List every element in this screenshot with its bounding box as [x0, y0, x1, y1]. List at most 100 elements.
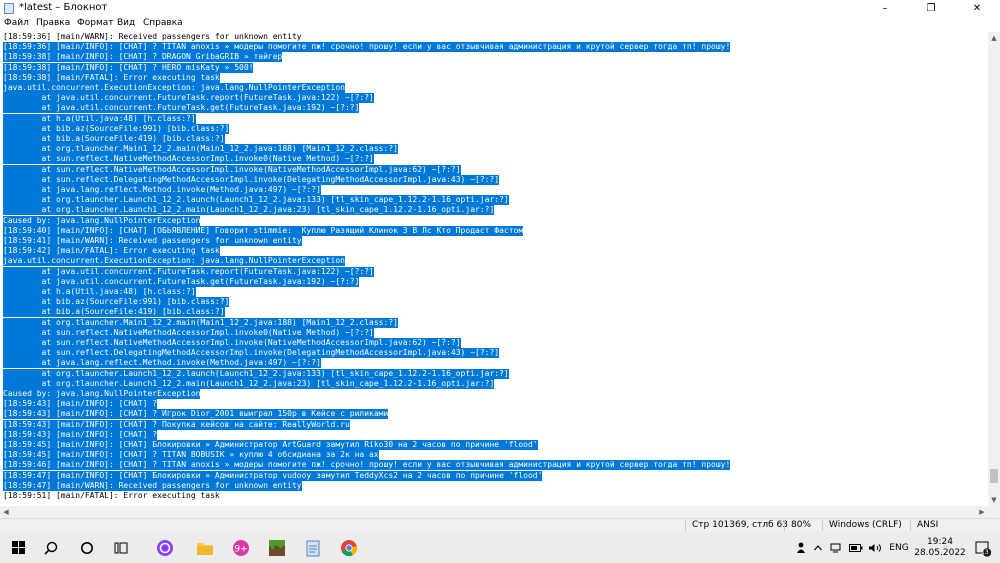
taskbar: 9+ ENG 19:24 28.05.2022 13: [0, 532, 1000, 563]
log-line[interactable]: [18:59:47] [main/INFO]: [CHAT] Блокировк…: [3, 470, 543, 481]
menu-bar: Файл Правка Формат Вид Справка: [0, 17, 1000, 32]
menu-edit[interactable]: Правка: [36, 18, 70, 28]
maximize-icon: ❐: [926, 3, 936, 14]
log-line[interactable]: at java.util.concurrent.FutureTask.get(F…: [3, 276, 360, 287]
log-line[interactable]: at java.util.concurrent.FutureTask.repor…: [3, 93, 374, 104]
minecraft-icon[interactable]: [262, 532, 292, 563]
log-line[interactable]: at h.a(Util.java:48) [h.class:?]: [3, 113, 196, 124]
log-line[interactable]: at sun.reflect.NativeMethodAccessorImpl.…: [3, 164, 461, 175]
log-line[interactable]: [18:59:45] [main/INFO]: [CHAT] Блокировк…: [3, 440, 538, 450]
log-line[interactable]: at sun.reflect.DelegatingMethodAccessorI…: [3, 348, 500, 359]
log-line[interactable]: [18:59:36] [main/INFO]: [CHAT] ? TITAN a…: [3, 42, 731, 53]
log-line[interactable]: [18:59:43] [main/INFO]: [CHAT] ?: [3, 399, 158, 410]
maximize-button[interactable]: ❐: [908, 0, 954, 17]
person-icon[interactable]: [794, 532, 808, 563]
scroll-down-icon[interactable]: ▼: [988, 494, 1000, 506]
status-divider: [822, 520, 823, 531]
log-line[interactable]: at bib.az(SourceFile:991) [bib.class:?]: [3, 123, 230, 134]
horizontal-scrollbar[interactable]: ◀ ▶: [0, 506, 988, 518]
vertical-scrollbar[interactable]: ▲ ▼: [988, 32, 1000, 506]
log-line[interactable]: Caused by: java.lang.NullPointerExceptio…: [3, 389, 201, 399]
log-line[interactable]: [18:59:38] [main/INFO]: [CHAT] ? DRAGON …: [3, 52, 283, 63]
title-bar[interactable]: *latest – Блокнот – ❐ ✕: [0, 0, 1000, 17]
minimize-button[interactable]: –: [862, 0, 908, 17]
menu-help[interactable]: Справка: [143, 18, 183, 28]
log-line[interactable]: at org.tlauncher.Main1_12_2.main(Main1_1…: [3, 144, 398, 155]
log-line[interactable]: [18:59:38] [main/INFO]: [CHAT] ? HERO mi…: [3, 62, 254, 73]
status-divider: [910, 520, 911, 531]
log-line[interactable]: at bib.a(SourceFile:419) [bib.class:?]: [3, 134, 225, 144]
volume-icon[interactable]: [868, 532, 882, 563]
chrome-icon[interactable]: [334, 532, 364, 563]
window-title: *latest – Блокнот: [19, 2, 108, 13]
log-line[interactable]: at java.lang.reflect.Method.invoke(Metho…: [3, 358, 321, 369]
log-line[interactable]: [18:59:45] [main/INFO]: [CHAT] ? TITAN B…: [3, 450, 379, 461]
log-line[interactable]: [18:59:42] [main/FATAL]: Error executing…: [3, 246, 220, 257]
language-indicator[interactable]: ENG: [885, 532, 913, 563]
line-endings: Windows (CRLF): [829, 520, 902, 530]
log-line[interactable]: [18:59:43] [main/INFO]: [CHAT] ? Игрок D…: [3, 409, 389, 420]
clock-time: 19:24: [927, 536, 953, 547]
zoom-level: 80%: [791, 520, 812, 530]
scroll-left-icon[interactable]: ◀: [0, 506, 12, 518]
search-icon[interactable]: [36, 532, 66, 563]
log-line[interactable]: at sun.reflect.NativeMethodAccessorImpl.…: [3, 338, 461, 348]
log-line[interactable]: at bib.az(SourceFile:991) [bib.class:?]: [3, 297, 230, 308]
notepad-icon: [4, 3, 14, 14]
notification-count: 13: [981, 549, 989, 556]
scroll-right-icon[interactable]: ▶: [976, 506, 988, 518]
log-line[interactable]: [18:59:36] [main/WARN]: Received passeng…: [3, 32, 302, 42]
chevron-up-icon[interactable]: [812, 532, 824, 563]
log-line[interactable]: at sun.reflect.NativeMethodAccessorImpl.…: [3, 327, 374, 338]
status-bar: Стр 101369, стлб 63 80% Windows (CRLF) A…: [0, 518, 1000, 532]
log-line[interactable]: [18:59:38] [main/FATAL]: Error executing…: [3, 72, 220, 83]
status-divider: [685, 520, 686, 531]
task-view-icon[interactable]: [106, 532, 136, 563]
scroll-up-icon[interactable]: ▲: [988, 32, 1000, 44]
log-line[interactable]: at org.tlauncher.Launch1_12_2.main(Launc…: [3, 378, 495, 389]
log-line[interactable]: [18:59:43] [main/INFO]: [CHAT] ?: [3, 429, 158, 440]
notifications-icon[interactable]: 13: [970, 532, 994, 563]
cursor-position: Стр 101369, стлб 63: [692, 520, 788, 530]
log-line[interactable]: java.util.concurrent.ExecutionException:…: [3, 83, 345, 93]
vertical-scroll-thumb[interactable]: [990, 469, 998, 483]
status-divider: [784, 520, 785, 531]
notepad-icon[interactable]: [298, 532, 328, 563]
log-line[interactable]: [18:59:47] [main/WARN]: Received passeng…: [3, 480, 302, 491]
battery-icon[interactable]: [849, 532, 863, 563]
log-line[interactable]: [18:59:40] [main/INFO]: [CHAT] [ОБЬЯВЛЕН…: [3, 225, 524, 236]
scrollbar-corner: [988, 506, 1000, 518]
text-editor[interactable]: [18:59:36] [main/WARN]: Received passeng…: [0, 32, 988, 506]
encoding: ANSI: [917, 520, 939, 530]
close-button[interactable]: ✕: [954, 0, 1000, 17]
menu-view[interactable]: Вид: [117, 18, 135, 28]
log-line[interactable]: at sun.reflect.DelegatingMethodAccessorI…: [3, 174, 500, 185]
log-line[interactable]: at h.a(Util.java:48) [h.class:?]: [3, 287, 196, 297]
menu-format[interactable]: Формат: [77, 18, 114, 28]
log-line[interactable]: [18:59:43] [main/INFO]: [CHAT] ? Покупка…: [3, 419, 350, 430]
log-line[interactable]: at org.tlauncher.Launch1_12_2.launch(Lau…: [3, 368, 509, 379]
close-icon: ✕: [972, 3, 982, 14]
log-line[interactable]: at org.tlauncher.Launch1_12_2.launch(Lau…: [3, 195, 509, 206]
clock-date: 28.05.2022: [914, 547, 966, 558]
cortana-icon[interactable]: [72, 532, 102, 563]
log-line[interactable]: at java.util.concurrent.FutureTask.repor…: [3, 266, 374, 277]
alice-assistant-icon[interactable]: [150, 532, 180, 563]
log-line[interactable]: at java.util.concurrent.FutureTask.get(F…: [3, 103, 360, 114]
log-line[interactable]: at java.lang.reflect.Method.invoke(Metho…: [3, 185, 321, 195]
log-line[interactable]: at org.tlauncher.Launch1_12_2.main(Launc…: [3, 205, 495, 216]
clock[interactable]: 19:24 28.05.2022: [914, 532, 966, 563]
log-line[interactable]: [18:59:41] [main/WARN]: Received passeng…: [3, 236, 302, 246]
file-explorer-icon[interactable]: [190, 532, 220, 563]
menu-file[interactable]: Файл: [4, 18, 29, 28]
log-line[interactable]: at org.tlauncher.Main1_12_2.main(Main1_1…: [3, 317, 398, 328]
log-line[interactable]: java.util.concurrent.ExecutionException:…: [3, 256, 345, 267]
log-line[interactable]: at sun.reflect.NativeMethodAccessorImpl.…: [3, 154, 374, 165]
log-line[interactable]: Caused by: java.lang.NullPointerExceptio…: [3, 215, 201, 226]
windows-start-icon[interactable]: [4, 532, 34, 563]
log-line[interactable]: at bib.a(SourceFile:419) [bib.class:?]: [3, 307, 225, 318]
log-line[interactable]: [18:59:46] [main/INFO]: [CHAT] ? TITAN a…: [3, 460, 731, 471]
network-icon[interactable]: [830, 532, 844, 563]
log-line[interactable]: [18:59:51] [main/FATAL]: Error executing…: [3, 491, 220, 501]
app-plus-icon[interactable]: 9+: [226, 532, 256, 563]
